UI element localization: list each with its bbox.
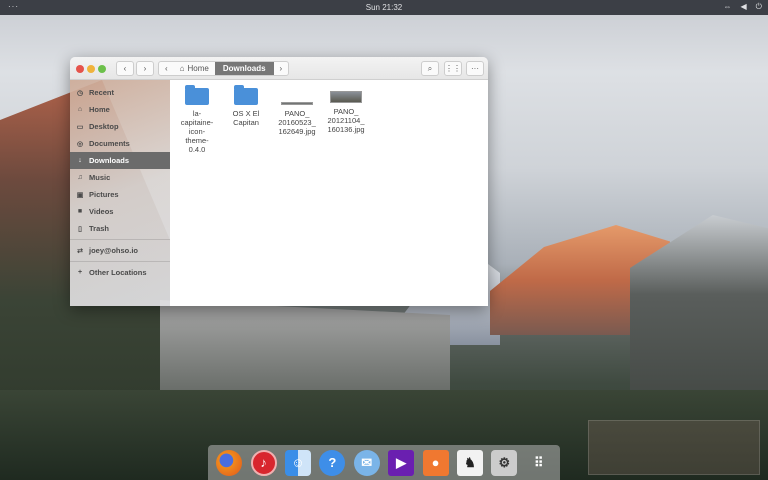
sidebar-item-label: Recent — [89, 88, 115, 97]
sidebar-item-music[interactable]: ♫ Music — [70, 169, 170, 186]
sidebar-item-label: Music — [89, 173, 111, 182]
sidebar-item-videos[interactable]: ■ Videos — [70, 203, 170, 220]
home-icon: ⌂ — [179, 64, 185, 73]
sidebar-item-home[interactable]: ⌂ Home — [70, 101, 170, 118]
dock-music-icon[interactable]: ♪ — [250, 449, 277, 476]
close-button[interactable] — [76, 65, 84, 73]
view-toggle-button[interactable]: ⋮⋮ — [444, 61, 462, 76]
forward-button[interactable]: › — [136, 61, 154, 76]
pictures-icon: ▣ — [76, 191, 84, 199]
videos-icon: ■ — [77, 208, 83, 215]
file-name-line: theme- — [185, 136, 209, 145]
image-thumbnail — [330, 91, 362, 103]
folder-icon — [234, 85, 258, 105]
sidebar-item-label: Documents — [89, 139, 130, 148]
network-icon[interactable]: ⇔ — [724, 2, 732, 12]
download-icon: ↓ — [78, 157, 82, 164]
file-name-line: 162649.jpg — [278, 127, 316, 136]
dock-firefox-icon[interactable] — [216, 449, 243, 476]
dock-help-icon[interactable]: ? — [319, 449, 346, 476]
folder-icon — [185, 85, 209, 105]
sidebar-item-recent[interactable]: ◷ Recent — [70, 84, 170, 101]
image-thumbnail — [281, 102, 313, 105]
file-item[interactable]: PANO_ 20160523_ 162649.jpg — [272, 88, 322, 136]
file-item[interactable]: PANO_ 20121104_ 160136.jpg — [321, 88, 371, 134]
dock-applications-icon[interactable]: ⠿ — [526, 450, 552, 476]
desktop-icon: ▭ — [76, 123, 84, 131]
back-button[interactable]: ‹ — [116, 61, 134, 76]
file-name-line: capitaine- — [180, 118, 214, 127]
maximize-button[interactable] — [98, 65, 106, 73]
minimize-button[interactable] — [87, 65, 95, 73]
sidebar-separator — [70, 261, 170, 262]
menu-button[interactable]: ··· — [466, 61, 484, 76]
file-name-line: 160136.jpg — [327, 125, 365, 134]
file-name-line: 0.4.0 — [188, 145, 206, 154]
dock-photos-icon[interactable]: ● — [422, 449, 449, 476]
sidebar: ◷ Recent ⌂ Home ▭ Desktop ◎ Documents ↓ Downloads… — [70, 80, 170, 306]
watermark-logo — [588, 420, 760, 475]
sidebar-item-label: Desktop — [89, 122, 119, 131]
breadcrumb: ‹ ⌂ Home Downloads › — [158, 61, 290, 76]
sidebar-item-downloads[interactable]: ↓ Downloads — [70, 152, 170, 169]
clock-icon: ◷ — [76, 89, 84, 97]
sidebar-item-label: Downloads — [89, 156, 130, 165]
sidebar-item-joey-ohso-io[interactable]: ⇄ joey@ohso.io — [70, 242, 170, 259]
clock[interactable]: Sun 21:32 — [366, 3, 402, 12]
breadcrumb-downloads[interactable]: Downloads — [214, 62, 274, 75]
sidebar-item-label: Trash — [89, 224, 110, 233]
header-bar: ‹ › ‹ ⌂ Home Downloads › ⌕ ⋮⋮ ··· — [70, 57, 488, 80]
dock: ♪ ☺? ✉ ▶ ● ♞ ⚙ ⠿ — [208, 445, 560, 480]
search-button[interactable]: ⌕ — [421, 61, 439, 76]
activities-button[interactable]: ··· — [8, 2, 19, 11]
dock-settings-icon[interactable]: ⚙ — [491, 449, 518, 476]
sidebar-item-label: Home — [89, 105, 110, 114]
file-name-line: 20160523_ — [278, 118, 316, 127]
documents-icon: ◎ — [76, 140, 84, 148]
grid-icon: ⋮⋮ — [445, 64, 461, 73]
volume-icon[interactable]: ◀ — [741, 2, 747, 12]
file-name-line: PANO_ — [333, 107, 359, 116]
file-item[interactable]: OS X El Capitan — [221, 85, 271, 127]
home-icon: ⌂ — [77, 106, 83, 113]
search-icon: ⌕ — [427, 63, 433, 73]
file-name-line: PANO_ — [284, 109, 310, 118]
sidebar-item-other-locations[interactable]: + Other Locations — [70, 264, 170, 281]
file-item[interactable]: la-capitaine-icon-theme- 0.4.0 — [172, 85, 222, 154]
sidebar-item-pictures[interactable]: ▣ Pictures — [70, 186, 170, 203]
breadcrumb-left-arrow[interactable]: ‹ — [159, 62, 174, 75]
sidebar-item-label: joey@ohso.io — [89, 246, 138, 255]
dock-finder-icon[interactable]: ☺ — [284, 449, 311, 476]
sidebar-item-label: Other Locations — [89, 268, 147, 277]
dock-mail-icon[interactable]: ✉ — [353, 449, 380, 476]
music-icon: ♫ — [77, 174, 83, 181]
power-icon[interactable]: ⏻ — [756, 2, 762, 12]
dock-videos-icon[interactable]: ▶ — [388, 449, 415, 476]
file-name-line: la- — [192, 109, 202, 118]
breadcrumb-right-arrow[interactable]: › — [274, 62, 289, 75]
sidebar-item-desktop[interactable]: ▭ Desktop — [70, 118, 170, 135]
breadcrumb-home[interactable]: ⌂ Home — [174, 62, 215, 75]
more-icon: ··· — [471, 64, 479, 73]
sidebar-item-trash[interactable]: ▯ Trash — [70, 220, 170, 237]
sidebar-separator — [70, 239, 170, 240]
network-icon: ⇄ — [77, 247, 83, 255]
dock-gimp-icon[interactable]: ♞ — [456, 449, 483, 476]
file-name-line: OS X El — [232, 109, 260, 118]
sidebar-item-label: Pictures — [89, 190, 119, 199]
file-name-line: 20121104_ — [327, 116, 365, 125]
sidebar-item-label: Videos — [89, 207, 114, 216]
plus-icon: + — [77, 269, 83, 276]
sidebar-item-documents[interactable]: ◎ Documents — [70, 135, 170, 152]
top-bar: ··· Sun 21:32 ⇔ ◀ ⏻ — [0, 0, 768, 15]
file-name-line: Capitan — [233, 118, 259, 127]
file-manager-window: ‹ › ‹ ⌂ Home Downloads › ⌕ ⋮⋮ ··· ◷ Recent… — [70, 57, 488, 306]
file-name-line: icon- — [188, 127, 206, 136]
file-view: la-capitaine-icon-theme- 0.4.0 OS X El Capi… — [170, 80, 488, 306]
trash-icon: ▯ — [78, 225, 82, 233]
